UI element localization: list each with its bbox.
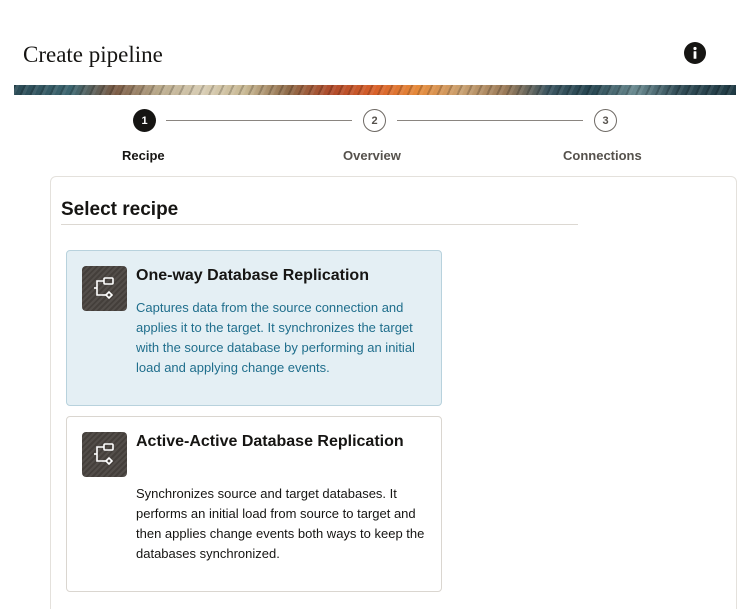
recipe-card-active-active[interactable]: Active-Active Database Replication Synch… — [66, 416, 442, 592]
pipeline-flow-icon — [82, 266, 127, 311]
decorative-banner — [14, 85, 736, 95]
step-2-number: 2 — [363, 109, 386, 132]
recipe-description: Synchronizes source and target databases… — [136, 486, 425, 561]
step-3-label: Connections — [563, 148, 642, 163]
recipe-description: Captures data from the source connection… — [136, 300, 415, 375]
step-3-number: 3 — [594, 109, 617, 132]
step-connector-1 — [166, 120, 352, 121]
step-2-label: Overview — [343, 148, 401, 163]
section-heading: Select recipe — [61, 199, 179, 220]
recipe-title: Active-Active Database Replication — [136, 433, 404, 450]
step-1-number: 1 — [133, 109, 156, 132]
recipe-card-one-way[interactable]: One-way Database Replication Captures da… — [66, 250, 442, 406]
section-divider — [61, 224, 578, 225]
recipe-title: One-way Database Replication — [136, 267, 369, 284]
pipeline-flow-icon — [82, 432, 127, 477]
page-title: Create pipeline — [23, 42, 163, 67]
step-1-label: Recipe — [122, 148, 165, 163]
info-icon[interactable] — [684, 42, 706, 64]
step-connector-2 — [397, 120, 583, 121]
